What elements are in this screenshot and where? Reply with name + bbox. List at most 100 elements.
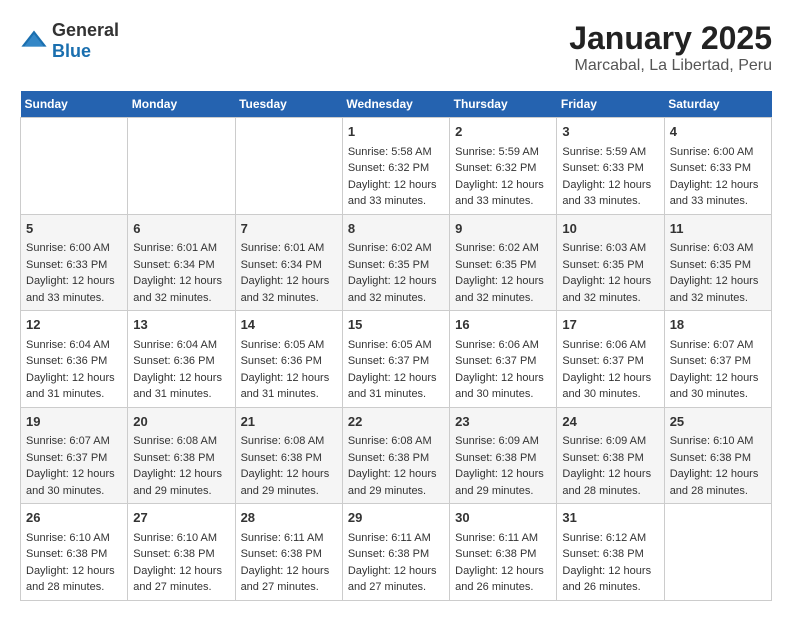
daylight-hours: Daylight: 12 hours and 26 minutes. bbox=[455, 563, 551, 596]
logo: General Blue bbox=[20, 20, 119, 62]
sunset-time: Sunset: 6:38 PM bbox=[348, 450, 444, 467]
logo-blue: Blue bbox=[52, 41, 91, 61]
sunset-time: Sunset: 6:33 PM bbox=[562, 160, 658, 177]
calendar-cell: 4Sunrise: 6:00 AMSunset: 6:33 PMDaylight… bbox=[664, 118, 771, 215]
sunrise-time: Sunrise: 6:07 AM bbox=[670, 337, 766, 354]
day-number: 3 bbox=[562, 122, 658, 142]
header-row: SundayMondayTuesdayWednesdayThursdayFrid… bbox=[21, 91, 772, 118]
daylight-hours: Daylight: 12 hours and 33 minutes. bbox=[562, 177, 658, 210]
sunset-time: Sunset: 6:38 PM bbox=[562, 450, 658, 467]
calendar-cell bbox=[128, 118, 235, 215]
day-number: 20 bbox=[133, 412, 229, 432]
sunrise-time: Sunrise: 6:01 AM bbox=[133, 240, 229, 257]
sunrise-time: Sunrise: 6:07 AM bbox=[26, 433, 122, 450]
daylight-hours: Daylight: 12 hours and 31 minutes. bbox=[241, 370, 337, 403]
calendar-cell: 3 Sunrise: 5:59 AMSunset: 6:33 PMDaylight… bbox=[557, 118, 664, 215]
sunrise-time: Sunrise: 6:10 AM bbox=[133, 530, 229, 547]
daylight-hours: Daylight: 12 hours and 32 minutes. bbox=[348, 273, 444, 306]
sunset-time: Sunset: 6:38 PM bbox=[133, 450, 229, 467]
calendar-cell: 26Sunrise: 6:10 AMSunset: 6:38 PMDayligh… bbox=[21, 504, 128, 601]
sunrise-time: Sunrise: 6:04 AM bbox=[26, 337, 122, 354]
daylight-hours: Daylight: 12 hours and 26 minutes. bbox=[562, 563, 658, 596]
calendar-cell: 11Sunrise: 6:03 AMSunset: 6:35 PMDayligh… bbox=[664, 214, 771, 311]
sunrise-time: Sunrise: 6:09 AM bbox=[455, 433, 551, 450]
daylight-hours: Daylight: 12 hours and 32 minutes. bbox=[455, 273, 551, 306]
calendar-week: 19Sunrise: 6:07 AMSunset: 6:37 PMDayligh… bbox=[21, 407, 772, 504]
daylight-hours: Daylight: 12 hours and 27 minutes. bbox=[241, 563, 337, 596]
sunset-time: Sunset: 6:36 PM bbox=[133, 353, 229, 370]
day-number: 14 bbox=[241, 315, 337, 335]
day-number: 23 bbox=[455, 412, 551, 432]
page-header: General Blue January 2025 Marcabal, La L… bbox=[20, 20, 772, 75]
day-number: 24 bbox=[562, 412, 658, 432]
logo-text: General Blue bbox=[52, 20, 119, 62]
sunset-time: Sunset: 6:37 PM bbox=[348, 353, 444, 370]
calendar-table: SundayMondayTuesdayWednesdayThursdayFrid… bbox=[20, 91, 772, 601]
sunset-time: Sunset: 6:38 PM bbox=[562, 546, 658, 563]
calendar-cell: 22Sunrise: 6:08 AMSunset: 6:38 PMDayligh… bbox=[342, 407, 449, 504]
sunrise-time: Sunrise: 5:59 AM bbox=[562, 144, 658, 161]
calendar-week: 1Sunrise: 5:58 AMSunset: 6:32 PMDaylight… bbox=[21, 118, 772, 215]
header-day: Saturday bbox=[664, 91, 771, 118]
sunrise-time: Sunrise: 6:11 AM bbox=[348, 530, 444, 547]
day-number: 19 bbox=[26, 412, 122, 432]
day-number: 13 bbox=[133, 315, 229, 335]
daylight-hours: Daylight: 12 hours and 28 minutes. bbox=[26, 563, 122, 596]
day-number: 12 bbox=[26, 315, 122, 335]
sunrise-time: Sunrise: 6:10 AM bbox=[670, 433, 766, 450]
sunrise-time: Sunrise: 6:01 AM bbox=[241, 240, 337, 257]
daylight-hours: Daylight: 12 hours and 33 minutes. bbox=[26, 273, 122, 306]
day-number: 1 bbox=[348, 122, 444, 142]
sunset-time: Sunset: 6:36 PM bbox=[26, 353, 122, 370]
day-number: 17 bbox=[562, 315, 658, 335]
sunset-time: Sunset: 6:32 PM bbox=[455, 160, 551, 177]
sunset-time: Sunset: 6:33 PM bbox=[670, 160, 766, 177]
sunrise-time: Sunrise: 6:06 AM bbox=[455, 337, 551, 354]
calendar-cell: 16Sunrise: 6:06 AMSunset: 6:37 PMDayligh… bbox=[450, 311, 557, 408]
daylight-hours: Daylight: 12 hours and 29 minutes. bbox=[348, 466, 444, 499]
calendar-cell: 13Sunrise: 6:04 AMSunset: 6:36 PMDayligh… bbox=[128, 311, 235, 408]
daylight-hours: Daylight: 12 hours and 30 minutes. bbox=[562, 370, 658, 403]
calendar-cell: 12Sunrise: 6:04 AMSunset: 6:36 PMDayligh… bbox=[21, 311, 128, 408]
header-day: Monday bbox=[128, 91, 235, 118]
sunset-time: Sunset: 6:37 PM bbox=[455, 353, 551, 370]
logo-icon bbox=[20, 27, 48, 55]
day-number: 28 bbox=[241, 508, 337, 528]
daylight-hours: Daylight: 12 hours and 29 minutes. bbox=[133, 466, 229, 499]
calendar-cell: 10Sunrise: 6:03 AMSunset: 6:35 PMDayligh… bbox=[557, 214, 664, 311]
calendar-cell: 17Sunrise: 6:06 AMSunset: 6:37 PMDayligh… bbox=[557, 311, 664, 408]
daylight-hours: Daylight: 12 hours and 33 minutes. bbox=[670, 177, 766, 210]
day-number: 6 bbox=[133, 219, 229, 239]
daylight-hours: Daylight: 12 hours and 30 minutes. bbox=[670, 370, 766, 403]
calendar-cell: 9Sunrise: 6:02 AMSunset: 6:35 PMDaylight… bbox=[450, 214, 557, 311]
daylight-hours: Daylight: 12 hours and 27 minutes. bbox=[133, 563, 229, 596]
day-number: 31 bbox=[562, 508, 658, 528]
day-number: 18 bbox=[670, 315, 766, 335]
day-number: 5 bbox=[26, 219, 122, 239]
sunset-time: Sunset: 6:38 PM bbox=[133, 546, 229, 563]
calendar-cell bbox=[235, 118, 342, 215]
sunset-time: Sunset: 6:37 PM bbox=[562, 353, 658, 370]
calendar-cell: 2Sunrise: 5:59 AMSunset: 6:32 PMDaylight… bbox=[450, 118, 557, 215]
calendar-cell bbox=[664, 504, 771, 601]
sunrise-time: Sunrise: 6:04 AM bbox=[133, 337, 229, 354]
day-number: 2 bbox=[455, 122, 551, 142]
day-number: 21 bbox=[241, 412, 337, 432]
month-title: January 2025 bbox=[569, 20, 772, 57]
day-number: 29 bbox=[348, 508, 444, 528]
sunset-time: Sunset: 6:34 PM bbox=[133, 257, 229, 274]
sunrise-time: Sunrise: 6:11 AM bbox=[455, 530, 551, 547]
calendar-week: 5Sunrise: 6:00 AMSunset: 6:33 PMDaylight… bbox=[21, 214, 772, 311]
daylight-hours: Daylight: 12 hours and 29 minutes. bbox=[455, 466, 551, 499]
daylight-hours: Daylight: 12 hours and 32 minutes. bbox=[241, 273, 337, 306]
sunset-time: Sunset: 6:32 PM bbox=[348, 160, 444, 177]
sunrise-time: Sunrise: 6:11 AM bbox=[241, 530, 337, 547]
sunrise-time: Sunrise: 6:02 AM bbox=[348, 240, 444, 257]
calendar-cell: 1Sunrise: 5:58 AMSunset: 6:32 PMDaylight… bbox=[342, 118, 449, 215]
sunrise-time: Sunrise: 5:58 AM bbox=[348, 144, 444, 161]
sunrise-time: Sunrise: 6:08 AM bbox=[133, 433, 229, 450]
calendar-cell: 25Sunrise: 6:10 AMSunset: 6:38 PMDayligh… bbox=[664, 407, 771, 504]
day-number: 26 bbox=[26, 508, 122, 528]
day-number: 15 bbox=[348, 315, 444, 335]
daylight-hours: Daylight: 12 hours and 28 minutes. bbox=[670, 466, 766, 499]
